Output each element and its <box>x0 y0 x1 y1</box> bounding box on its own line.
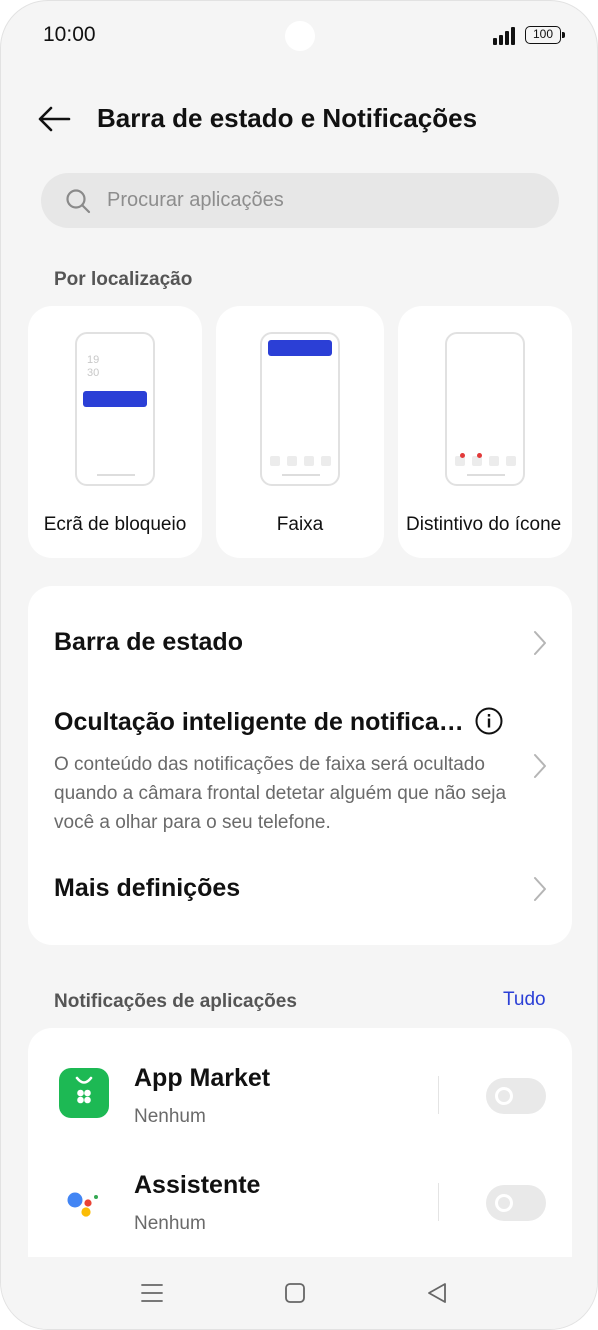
chevron-right-icon <box>534 631 546 655</box>
assistant-icon <box>59 1175 109 1225</box>
divider <box>438 1076 439 1114</box>
notification-toggle[interactable] <box>486 1078 546 1114</box>
app-market-icon <box>59 1068 109 1118</box>
location-section-label: Por localização <box>54 269 193 290</box>
setting-title: Mais definições <box>54 874 241 902</box>
icon-badge-preview <box>445 332 525 486</box>
back-arrow-icon <box>38 106 71 132</box>
lock-screen-preview: 19 30 <box>75 332 155 486</box>
back-triangle-icon[interactable] <box>423 1279 451 1307</box>
search-input[interactable] <box>107 173 537 228</box>
home-icon[interactable] <box>281 1279 309 1307</box>
back-button[interactable] <box>31 97 77 141</box>
page-title: Barra de estado e Notificações <box>97 103 478 133</box>
status-bar: 10:00 100 <box>1 1 597 73</box>
more-settings[interactable]: Mais definições <box>28 854 572 920</box>
view-all-link[interactable]: Tudo <box>503 989 546 1011</box>
setting-title: Barra de estado <box>54 628 243 656</box>
chevron-right-icon <box>534 877 546 901</box>
app-name: Assistente <box>134 1171 261 1199</box>
divider <box>438 1183 439 1221</box>
location-card-banner[interactable]: Faixa <box>216 306 384 558</box>
app-status: Nenhum <box>134 1213 206 1234</box>
toggle-knob <box>495 1194 513 1212</box>
location-card-icon-badge[interactable]: Distintivo do ícone <box>398 306 572 558</box>
app-status: Nenhum <box>134 1106 206 1127</box>
chevron-right-icon <box>534 754 546 778</box>
smart-hide-notifications-setting[interactable]: Ocultação inteligente de notifica… O con… <box>28 706 572 836</box>
notification-settings-card: Barra de estado Ocultação inteligente de… <box>28 586 572 945</box>
preview-notification-bar <box>268 340 332 356</box>
status-time: 10:00 <box>43 23 96 46</box>
app-name: App Market <box>134 1064 271 1092</box>
app-row-app-market[interactable]: App Market Nenhum <box>28 1058 572 1158</box>
preview-home-indicator <box>282 474 320 476</box>
banner-preview <box>260 332 340 486</box>
app-notifications-list: App Market Nenhum Assistente Nenhum <box>28 1028 572 1263</box>
info-icon[interactable] <box>474 706 504 736</box>
preview-app-dots <box>455 453 519 466</box>
preview-notification-bar <box>83 391 147 407</box>
signal-icon <box>493 27 519 45</box>
notification-toggle[interactable] <box>486 1185 546 1221</box>
front-camera-cutout <box>285 21 315 51</box>
preview-home-indicator <box>467 474 505 476</box>
battery-icon: 100 <box>525 26 565 44</box>
preview-app-dots <box>270 456 334 466</box>
setting-title: Ocultação inteligente de notifica… <box>54 708 464 736</box>
setting-description: O conteúdo das notificações de faixa ser… <box>54 754 507 833</box>
status-bar-setting[interactable]: Barra de estado <box>28 610 572 676</box>
menu-icon[interactable] <box>138 1279 166 1307</box>
location-card-label: Faixa <box>276 514 324 535</box>
location-card-lock-screen[interactable]: 19 30 Ecrã de bloqueio <box>28 306 202 558</box>
location-card-label: Ecrã de bloqueio <box>43 514 187 535</box>
toggle-knob <box>495 1087 513 1105</box>
search-icon <box>66 189 91 214</box>
app-notifications-label: Notificações de aplicações <box>54 991 297 1012</box>
preview-home-indicator <box>97 474 135 476</box>
location-card-label: Distintivo do ícone <box>406 514 562 535</box>
preview-clock: 19 30 <box>87 354 100 379</box>
search-bar[interactable] <box>41 173 559 228</box>
app-row-assistente[interactable]: Assistente Nenhum <box>28 1165 572 1265</box>
phone-screen: 10:00 100 Barra de estado e Notificações… <box>0 0 598 1330</box>
navigation-bar <box>1 1257 597 1329</box>
